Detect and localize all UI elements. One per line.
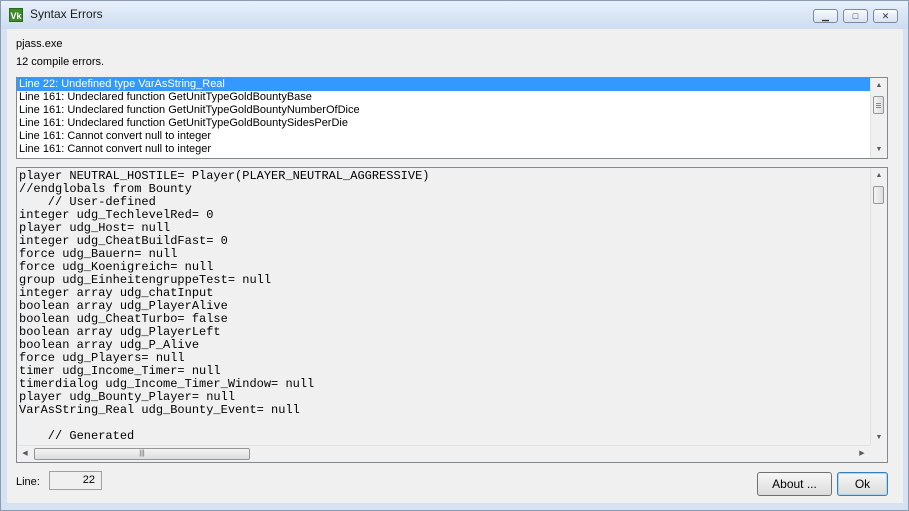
scroll-up-arrow-icon[interactable]: ▲ — [871, 168, 887, 184]
scroll-down-arrow-icon[interactable]: ▼ — [871, 142, 887, 158]
error-list[interactable]: Line 22: Undefined type VarAsString_Real… — [16, 77, 888, 159]
scrollbar-corner — [870, 445, 887, 462]
error-list-item[interactable]: Line 161: Undeclared function GetUnitTyp… — [17, 104, 887, 117]
grip-line — [876, 107, 881, 108]
source-code-text[interactable]: player NEUTRAL_HOSTILE= Player(PLAYER_NE… — [19, 170, 429, 443]
error-list-item[interactable]: Line 22: Undefined type VarAsString_Real — [17, 78, 887, 91]
code-line: // Generated — [19, 429, 135, 443]
grip-line — [876, 103, 881, 104]
app-icon: Vk — [9, 8, 23, 22]
horizontal-scroll-thumb[interactable]: ||| — [34, 448, 250, 460]
code-horizontal-scrollbar[interactable]: ◀ ||| ▶ — [17, 445, 870, 462]
error-list-item[interactable]: Line 161: Undeclared function GetUnitTyp… — [17, 117, 887, 130]
minimize-button[interactable]: ▁ — [813, 9, 838, 23]
ok-button[interactable]: Ok — [837, 472, 888, 496]
scroll-thumb[interactable] — [873, 186, 884, 204]
close-button[interactable]: ✕ — [873, 9, 898, 23]
line-number-field[interactable]: 22 — [49, 471, 102, 490]
dialog-client-area: pjass.exe 12 compile errors. Line 22: Un… — [7, 29, 903, 503]
scroll-up-arrow-icon[interactable]: ▲ — [871, 78, 887, 94]
about-button[interactable]: About ... — [757, 472, 832, 496]
scroll-left-arrow-icon[interactable]: ◀ — [17, 446, 33, 462]
scroll-down-arrow-icon[interactable]: ▼ — [871, 430, 887, 446]
source-code-view[interactable]: player NEUTRAL_HOSTILE= Player(PLAYER_NE… — [16, 167, 888, 463]
maximize-button[interactable]: □ — [843, 9, 868, 23]
window-title: Syntax Errors — [30, 7, 103, 21]
error-list-item[interactable]: Line 161: Cannot convert null to integer — [17, 143, 887, 156]
error-list-item[interactable]: Line 161: Cannot convert null to integer — [17, 130, 887, 143]
syntax-errors-window: Vk Syntax Errors ▁ □ ✕ pjass.exe 12 comp… — [0, 0, 909, 511]
code-line: VarAsString_Real udg_Bounty_Event= null — [19, 403, 300, 417]
program-name-label: pjass.exe — [16, 38, 63, 50]
code-vertical-scrollbar[interactable]: ▲ ▼ — [870, 168, 887, 446]
error-list-vertical-scrollbar[interactable]: ▲ ▼ — [870, 78, 887, 158]
error-list-items: Line 22: Undefined type VarAsString_Real… — [17, 78, 887, 156]
grip-line — [876, 105, 881, 106]
scroll-right-arrow-icon[interactable]: ▶ — [854, 446, 870, 462]
error-summary-label: 12 compile errors. — [16, 56, 105, 68]
error-list-item[interactable]: Line 161: Undeclared function GetUnitTyp… — [17, 91, 887, 104]
line-label: Line: — [16, 476, 40, 488]
title-bar[interactable]: Vk Syntax Errors ▁ □ ✕ — [1, 1, 908, 29]
scroll-thumb[interactable] — [873, 96, 884, 114]
